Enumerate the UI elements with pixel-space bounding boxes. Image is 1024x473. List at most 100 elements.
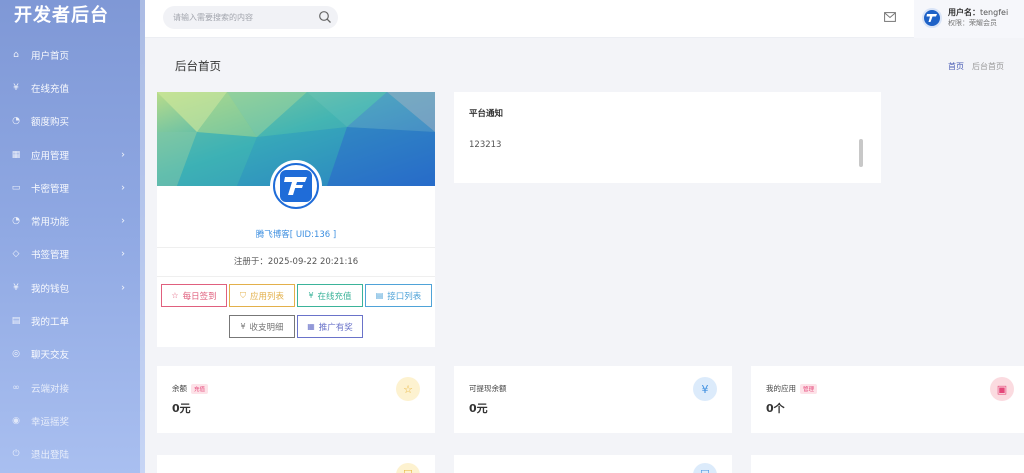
profile-card: 腾飞博客[ UID:136 ] 注册于：2025-09-22 20:21:16 …: [157, 92, 435, 347]
breadcrumb-home[interactable]: 首页: [948, 62, 964, 71]
transactions-button[interactable]: ¥ 收支明细: [229, 315, 295, 338]
logo-icon: [926, 14, 937, 22]
sidebar-item-6[interactable]: ◇ 书签管理 ›: [0, 238, 145, 271]
registered-time: 注册于：2025-09-22 20:21:16: [233, 257, 359, 267]
button-label: 在线充值: [317, 291, 352, 302]
sidebar-item-label: 在线充值: [31, 83, 70, 95]
sidebar-item-label: 退出登陆: [31, 450, 70, 462]
chat-icon: ◎: [12, 349, 20, 360]
shield-icon: ⛉: [693, 463, 717, 473]
button-label: 收支明细: [249, 322, 284, 333]
user-name-value: tengfei: [980, 8, 1009, 17]
link-icon: ∞: [12, 382, 20, 393]
shield-icon: ⛉: [396, 463, 420, 473]
sidebar-item-11[interactable]: ◉ 幸运摇奖: [0, 404, 145, 437]
user-role: 权限：荣耀会员: [948, 19, 997, 27]
gauge-icon: ◔: [12, 216, 20, 227]
chevron-right-icon: ›: [121, 149, 125, 161]
api-list-button[interactable]: ▤ 接口列表: [365, 284, 432, 307]
sidebar-item-label: 我的钱包: [31, 283, 70, 295]
referral-reward-button[interactable]: ▦ 推广有奖: [297, 315, 363, 338]
stat-card-partial: ⛉: [157, 455, 435, 473]
star-icon: ☆: [396, 377, 420, 401]
sidebar-item-9[interactable]: ◎ 聊天交友: [0, 338, 145, 371]
wallet-icon: ¥: [13, 282, 19, 293]
chevron-right-icon: ›: [121, 215, 125, 227]
sidebar-item-8[interactable]: ▤ 我的工单: [0, 304, 145, 337]
breadcrumb-current: 后台首页: [972, 62, 1004, 71]
profile-avatar[interactable]: [270, 160, 322, 212]
sidebar-item-5[interactable]: ◔ 常用功能 ›: [0, 204, 145, 237]
stat-label: 我的应用 管理: [766, 383, 818, 394]
sidebar-item-label: 应用管理: [31, 150, 70, 162]
sidebar-item-10[interactable]: ∞ 云端对接: [0, 371, 145, 404]
manage-tag[interactable]: 管理: [800, 383, 818, 394]
sidebar-item-1[interactable]: ¥ 在线充值: [0, 71, 145, 104]
apps-icon: ▦: [11, 149, 21, 160]
stat-label-text: 余额: [172, 384, 187, 393]
sidebar-item-0[interactable]: ⌂ 用户首页: [0, 38, 145, 71]
yen-icon: ¥: [240, 322, 246, 331]
page-title: 后台首页: [175, 59, 221, 73]
online-recharge-button[interactable]: ¥ 在线充值: [297, 284, 363, 307]
user-name: 用户名：tengfei: [948, 7, 1008, 18]
ticket-icon: ▤: [11, 316, 21, 327]
yen-icon: ¥: [693, 377, 717, 401]
sidebar-item-label: 常用功能: [31, 217, 70, 229]
clipboard-icon: ▤: [375, 291, 384, 300]
user-name-label: 用户名：: [948, 8, 980, 17]
search-input[interactable]: [163, 6, 338, 29]
apps-icon: ▣: [990, 377, 1014, 401]
sidebar: 开发者后台 ⌂ 用户首页 ¥ 在线充值 ◔ 额度购买 ▦ 应用管理 › ▭ 卡密管理 › ◔ 常用功能 › ◇…: [0, 0, 145, 473]
sidebar-scrollbar[interactable]: [140, 0, 145, 473]
yen-icon: ¥: [13, 82, 19, 93]
sidebar-item-label: 云端对接: [31, 383, 70, 395]
logo-icon: [280, 170, 312, 202]
star-icon: ☆: [171, 291, 179, 300]
dashboard-icon: ◔: [12, 116, 20, 127]
button-label: 接口列表: [387, 291, 422, 302]
sidebar-item-label: 用户首页: [31, 50, 70, 62]
app-list-button[interactable]: ⛉ 应用列表: [229, 284, 295, 307]
notice-scrollbar[interactable]: [859, 139, 863, 167]
sidebar-item-2[interactable]: ◔ 额度购买: [0, 105, 145, 138]
sidebar-item-7[interactable]: ¥ 我的钱包 ›: [0, 271, 145, 304]
lottery-icon: ◉: [12, 415, 20, 426]
user-menu[interactable]: 用户名：tengfei 权限：荣耀会员: [914, 0, 1024, 38]
chevron-right-icon: ›: [121, 282, 125, 294]
sidebar-item-label: 额度购买: [31, 117, 70, 129]
sidebar-item-label: 卡密管理: [31, 183, 70, 195]
sidebar-item-label: 聊天交友: [31, 350, 70, 362]
sidebar-item-4[interactable]: ▭ 卡密管理 ›: [0, 171, 145, 204]
stat-label: 可提现余额: [469, 383, 507, 394]
stat-value: 0元: [172, 402, 191, 415]
sidebar-item-3[interactable]: ▦ 应用管理 ›: [0, 138, 145, 171]
stat-value: 0个: [766, 402, 785, 415]
button-label: 每日签到: [182, 291, 217, 302]
button-label: 应用列表: [249, 291, 284, 302]
divider: [157, 247, 435, 248]
shield-icon: ⛉: [239, 290, 246, 300]
sidebar-item-12[interactable]: ⏻ 退出登陆: [0, 438, 145, 471]
tag-icon: ◇: [12, 249, 20, 260]
button-label: 推广有奖: [318, 322, 353, 333]
notice-body: 123213: [469, 140, 502, 150]
my-apps-card: 我的应用 管理 0个 ▣: [751, 366, 1024, 433]
search-icon[interactable]: [318, 10, 332, 24]
yen-icon: ¥: [308, 291, 314, 300]
card-icon: ▭: [11, 182, 21, 193]
stat-card-partial: ⛉: [454, 455, 732, 473]
daily-checkin-button[interactable]: ☆ 每日签到: [161, 284, 227, 307]
notice-title: 平台通知: [469, 109, 504, 119]
logout-icon: ⏻: [12, 449, 20, 460]
gift-icon: ▦: [307, 322, 315, 331]
notice-card: 平台通知 123213: [454, 92, 881, 183]
recharge-tag[interactable]: 充值: [191, 383, 209, 394]
home-icon: ⌂: [13, 49, 19, 60]
balance-card: 余额 充值 0元 ☆: [157, 366, 435, 433]
sidebar-item-label: 我的工单: [31, 317, 70, 329]
avatar[interactable]: [922, 8, 942, 28]
mail-icon[interactable]: [884, 12, 896, 22]
profile-name[interactable]: 腾飞博客[ UID:136 ]: [157, 228, 435, 240]
sidebar-item-label: 书签管理: [31, 250, 70, 262]
